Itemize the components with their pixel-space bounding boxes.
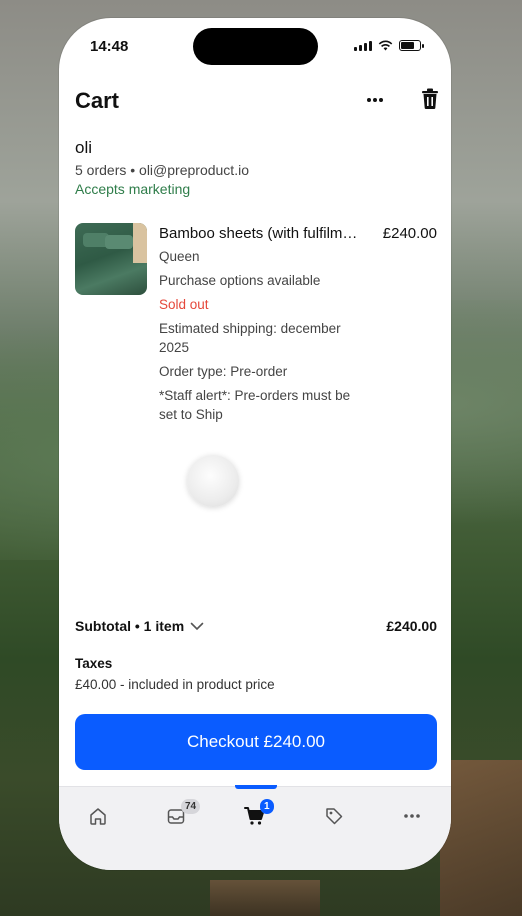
taxes-label: Taxes <box>75 656 113 671</box>
home-icon <box>90 808 106 825</box>
taxes-section: Taxes £40.00 - included in product price <box>75 656 275 692</box>
signal-icon <box>354 40 372 51</box>
tab-more[interactable] <box>397 803 427 829</box>
tab-home[interactable] <box>83 803 113 829</box>
chevron-down-icon <box>190 622 204 630</box>
wifi-icon <box>378 40 393 51</box>
product-price: £240.00 <box>382 225 437 242</box>
more-options-button[interactable] <box>365 90 385 115</box>
customer-card[interactable]: oli 5 orders • oli@preproduct.io Accepts… <box>75 138 249 197</box>
cart-badge: 1 <box>260 799 274 814</box>
sold-out-label: Sold out <box>159 297 209 312</box>
line-item-header: Bamboo sheets (with fulfilm… £240.00 <box>159 225 437 242</box>
tab-bar: 74 1 <box>59 785 451 870</box>
page-title: Cart <box>75 88 120 113</box>
status-time: 14:48 <box>90 38 129 55</box>
delete-cart-button[interactable] <box>420 88 440 110</box>
checkout-button[interactable]: Checkout £240.00 <box>75 714 437 770</box>
background-wall <box>210 880 320 916</box>
dynamic-island <box>193 28 318 65</box>
shipping-estimate: Estimated shipping: december 2025 <box>159 321 341 355</box>
more-icon <box>404 814 420 818</box>
taxes-detail: £40.00 - included in product price <box>75 677 275 692</box>
active-tab-indicator <box>235 785 277 789</box>
background-wall <box>440 760 522 916</box>
subtotal-toggle[interactable]: Subtotal • 1 item <box>75 618 204 634</box>
header: Cart <box>75 86 440 116</box>
trash-icon <box>422 88 438 109</box>
staff-alert: *Staff alert*: Pre-orders must be set to… <box>159 388 351 422</box>
marketing-status: Accepts marketing <box>75 181 191 197</box>
product-name: Bamboo sheets (with fulfilm… <box>159 225 358 242</box>
subtotal-label: Subtotal • 1 item <box>75 618 185 634</box>
customer-meta: 5 orders • oli@preproduct.io <box>75 162 249 178</box>
customer-name: oli <box>75 138 93 157</box>
status-icons <box>354 40 424 51</box>
tab-orders[interactable]: 74 <box>161 799 201 829</box>
subtotal-row[interactable]: Subtotal • 1 item £240.00 <box>75 618 437 634</box>
touch-indicator <box>187 455 239 507</box>
purchase-options-label: Purchase options available <box>159 273 321 288</box>
subtotal-value: £240.00 <box>386 618 437 634</box>
phone-screen: 14:48 Cart oli 5 orders • oli@preproduct… <box>59 18 451 870</box>
order-type: Order type: Pre-order <box>159 364 288 379</box>
ellipsis-icon <box>367 98 383 102</box>
battery-icon <box>399 40 424 51</box>
tab-products[interactable] <box>319 803 349 829</box>
variant-label: Queen <box>159 249 200 264</box>
tab-cart[interactable]: 1 <box>240 799 274 829</box>
status-bar: 14:48 <box>59 18 451 76</box>
line-item-body: Bamboo sheets (with fulfilm… £240.00 Que… <box>159 225 437 424</box>
product-thumbnail <box>75 223 147 295</box>
orders-badge: 74 <box>181 799 201 814</box>
tag-icon <box>326 808 343 825</box>
